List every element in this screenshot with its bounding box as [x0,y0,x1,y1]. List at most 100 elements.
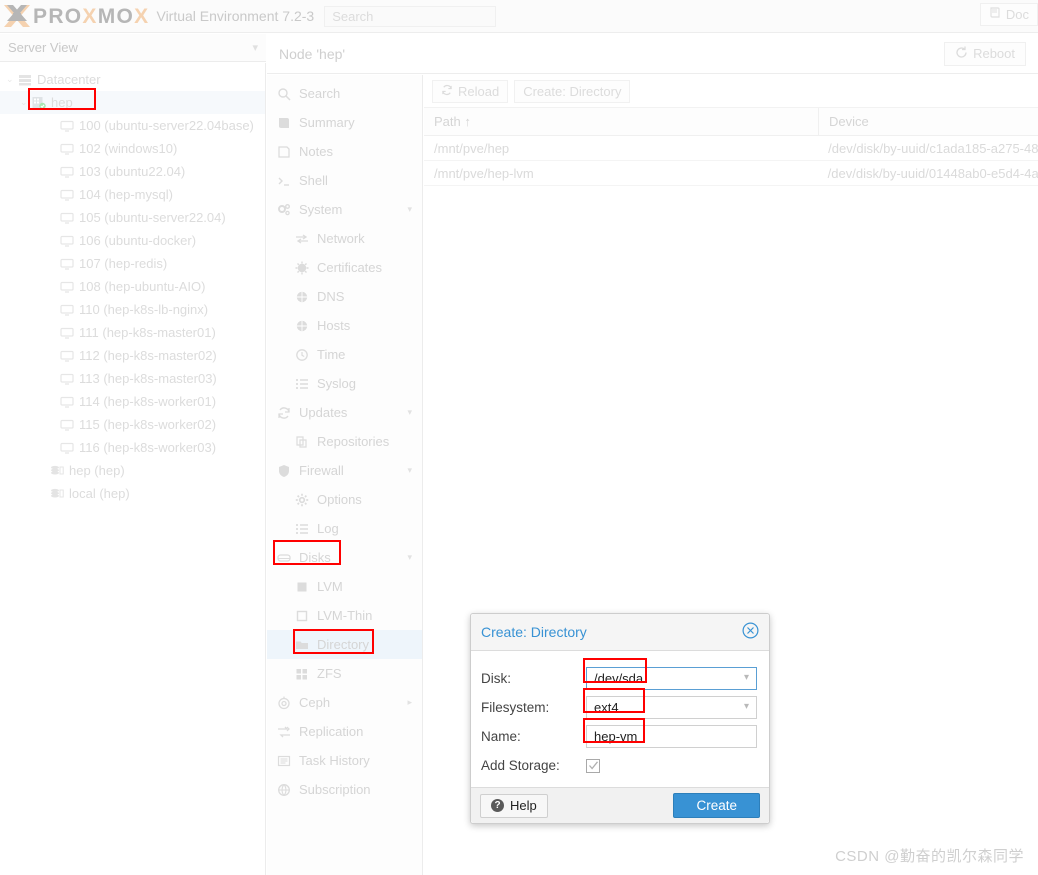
create-button[interactable]: Create [673,793,760,818]
tree-item-hep[interactable]: ⌄ hep [0,91,265,114]
directory-toolbar: Reload Create: Directory [424,75,1038,108]
nav-item-shell[interactable]: Shell [267,166,422,195]
nav-item-label: Hosts [317,318,351,333]
filesystem-input[interactable] [586,696,757,719]
documentation-button[interactable]: Doc [979,3,1038,26]
nav-item-notes[interactable]: Notes [267,137,422,166]
proxmox-logo[interactable]: PROXMOX [0,3,149,29]
tree-item-114[interactable]: 114 (hep-k8s-worker01) [0,390,265,413]
wordmark-letter: X [134,4,150,28]
nav-item-hosts[interactable]: Hosts [267,311,422,340]
nav-expand-icon[interactable]: ▾ [407,407,412,418]
vm-icon [60,303,79,317]
create-directory-button[interactable]: Create: Directory [514,79,631,103]
nav-item-syslog[interactable]: Syslog [267,369,422,398]
nav-item-replication[interactable]: Replication [267,717,422,746]
nav-item-lvm[interactable]: LVM [267,572,422,601]
server-tree[interactable]: ⌄ Datacenter ⌄ hep 100 (ubuntu-server22.04ba… [0,63,266,875]
nav-expand-icon[interactable]: ▾ [407,465,412,476]
tree-item-label: 112 (hep-k8s-master02) [79,348,217,363]
tree-item-datacenter[interactable]: ⌄ Datacenter [0,68,265,91]
tree-item-hep[interactable]: hep (hep) [0,459,265,482]
field-control-disk[interactable]: ▾ [586,667,757,690]
nav-item-firewall[interactable]: Firewall ▾ [267,456,422,485]
nav-item-label: DNS [317,289,345,304]
reload-button[interactable]: Reload [432,79,509,103]
nav-item-options[interactable]: Options [267,485,422,514]
add-storage-checkbox[interactable] [586,758,600,773]
help-button[interactable]: ? Help [480,793,548,818]
nav-item-network[interactable]: Network [267,224,422,253]
tree-item-label: 105 (ubuntu-server22.04) [79,210,226,225]
tree-item-112[interactable]: 112 (hep-k8s-master02) [0,344,265,367]
table-row[interactable]: /mnt/pve/hep/dev/disk/by-uuid/c1ada185-a… [424,136,1038,161]
field-control-filesystem[interactable]: ▾ [586,696,757,719]
table-row[interactable]: /mnt/pve/hep-lvm/dev/disk/by-uuid/01448a… [424,161,1038,186]
nav-expand-icon[interactable]: ▾ [407,204,412,215]
field-label-name: Name: [481,729,521,744]
dialog-header: Create: Directory [471,614,769,651]
tree-item-116[interactable]: 116 (hep-k8s-worker03) [0,436,265,459]
tree-item-110[interactable]: 110 (hep-k8s-lb-nginx) [0,298,265,321]
nav-item-subscription[interactable]: Subscription [267,775,422,804]
nav-item-search[interactable]: Search [267,79,422,108]
tree-item-103[interactable]: 103 (ubuntu22.04) [0,160,265,183]
disk-input[interactable] [586,667,757,690]
server-view-selector[interactable]: Server View ▾ [0,34,266,62]
nav-item-updates[interactable]: Updates ▾ [267,398,422,427]
nav-item-label: Time [317,347,346,362]
table-body: /mnt/pve/hep/dev/disk/by-uuid/c1ada185-a… [424,136,1038,186]
nav-item-task-history[interactable]: Task History [267,746,422,775]
tree-item-108[interactable]: 108 (hep-ubuntu-AIO) [0,275,265,298]
tree-twisty-icon[interactable]: ⌄ [20,97,32,108]
shield-icon [277,464,299,478]
nav-item-zfs[interactable]: ZFS [267,659,422,688]
top-bar-actions: Doc [979,3,1038,26]
column-header-path[interactable]: Path ↑ [424,107,819,136]
tree-item-107[interactable]: 107 (hep-redis) [0,252,265,275]
tree-item-105[interactable]: 105 (ubuntu-server22.04) [0,206,265,229]
tree-item-113[interactable]: 113 (hep-k8s-master03) [0,367,265,390]
tree-item-label: 113 (hep-k8s-master03) [79,371,217,386]
vm-icon [60,326,79,340]
global-search-input[interactable]: Search [324,5,497,27]
dialog-title: Create: Directory [481,624,587,640]
tree-item-102[interactable]: 102 (windows10) [0,137,265,160]
tree-twisty-icon[interactable]: ⌄ [6,74,18,85]
tree-item-106[interactable]: 106 (ubuntu-docker) [0,229,265,252]
nav-item-certificates[interactable]: Certificates [267,253,422,282]
subscription-icon [277,783,299,797]
nav-item-label: LVM-Thin [317,608,373,623]
nav-item-time[interactable]: Time [267,340,422,369]
tree-item-100[interactable]: 100 (ubuntu-server22.04base) [0,114,265,137]
field-control-name[interactable] [586,725,757,748]
nav-item-repositories[interactable]: Repositories [267,427,422,456]
nav-item-log[interactable]: Log [267,514,422,543]
reboot-button[interactable]: Reboot [944,41,1026,66]
lvm-icon [295,580,317,594]
nav-item-dns[interactable]: DNS [267,282,422,311]
nav-item-summary[interactable]: Summary [267,108,422,137]
close-circle-icon[interactable] [742,621,759,643]
dialog-footer: ? Help Create [471,787,769,823]
csdn-watermark: CSDN @勤奋的凯尔森同学 [835,848,1024,865]
nav-item-disks[interactable]: Disks ▾ [267,543,422,572]
column-header-device[interactable]: Device [819,108,869,136]
tree-item-local[interactable]: local (hep) [0,482,265,505]
help-label: Help [510,798,537,813]
table-header-row: Path ↑ Device [424,107,1038,136]
clock-icon [295,348,317,362]
nav-item-ceph[interactable]: Ceph ▸ [267,688,422,717]
tree-item-104[interactable]: 104 (hep-mysql) [0,183,265,206]
storage-icon [50,487,69,501]
nav-expand-icon[interactable]: ▸ [407,697,412,708]
nav-item-system[interactable]: System ▾ [267,195,422,224]
product-version-label: Virtual Environment 7.2-3 [156,8,315,24]
tree-item-115[interactable]: 115 (hep-k8s-worker02) [0,413,265,436]
node-nav-menu[interactable]: Search Summary Notes Shell System ▾ Network Cer… [267,75,423,875]
name-input[interactable] [586,725,757,748]
nav-expand-icon[interactable]: ▾ [407,552,412,563]
nav-item-lvm-thin[interactable]: LVM-Thin [267,601,422,630]
nav-item-directory[interactable]: Directory [267,630,422,659]
tree-item-111[interactable]: 111 (hep-k8s-master01) [0,321,265,344]
